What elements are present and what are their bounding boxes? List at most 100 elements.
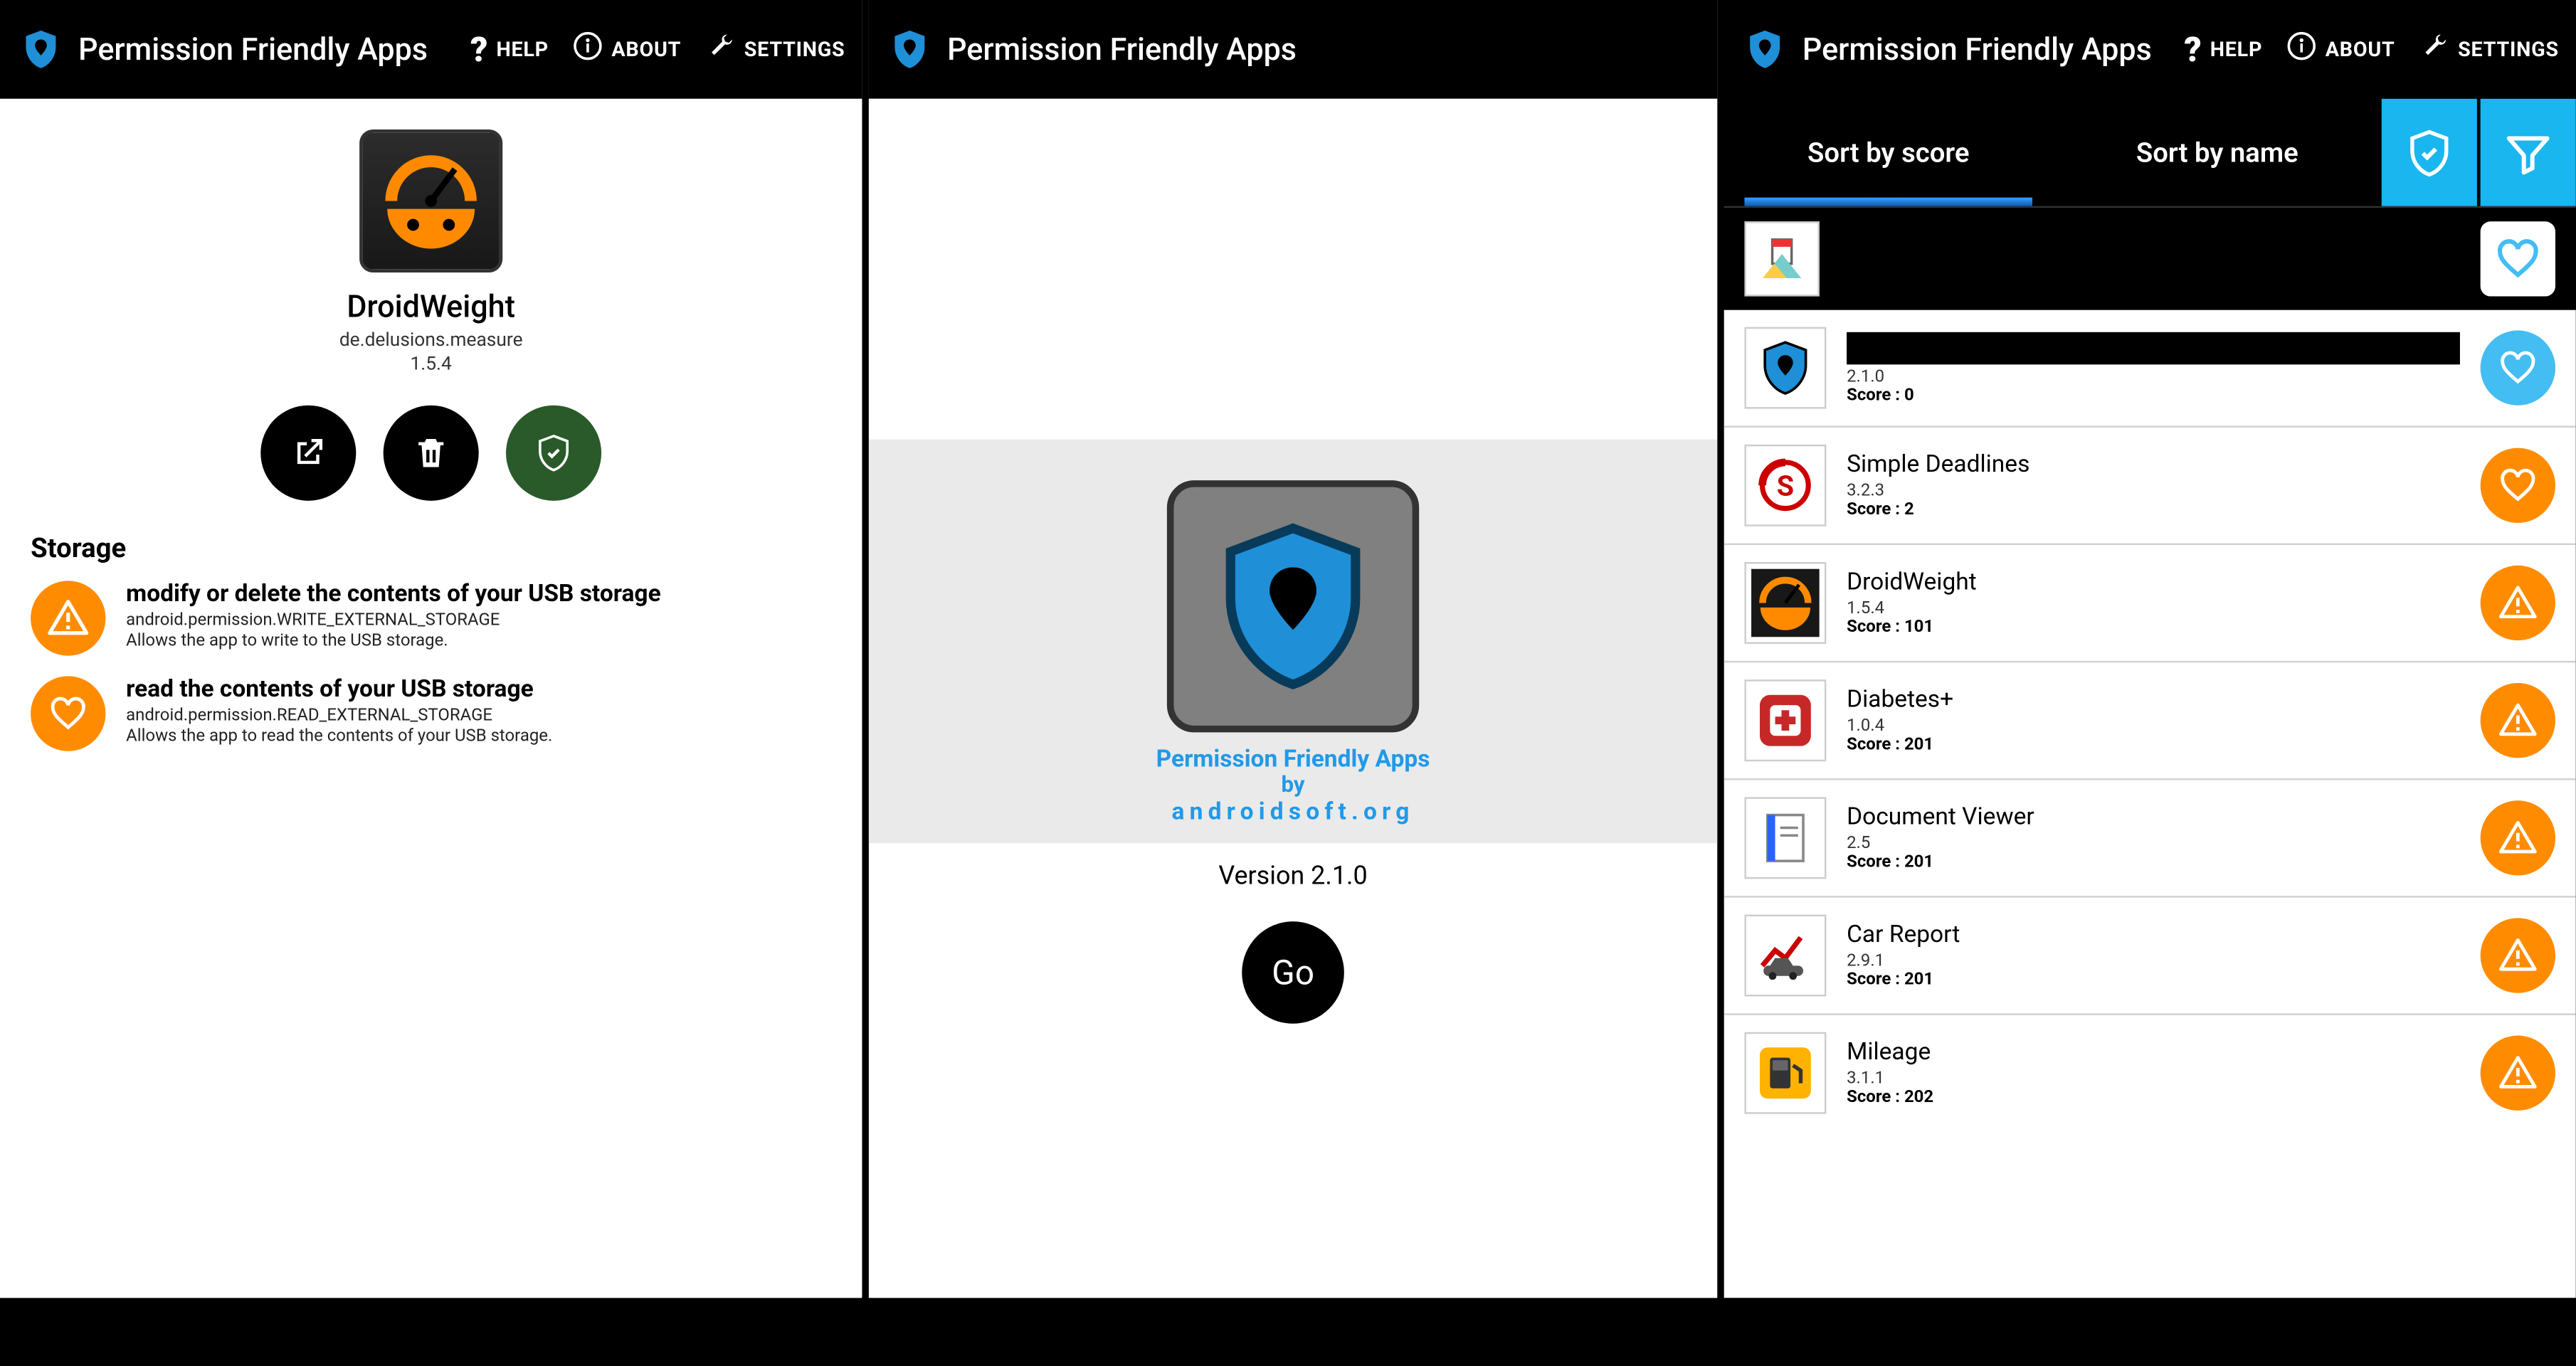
app-score: Score : 101 [1847,618,2460,637]
list-item[interactable]: 2.1.0 Score : 0 [1724,310,2576,426]
permission-text: modify or delete the contents of your US… [126,581,661,650]
app-text: DroidWeight 1.5.4 Score : 101 [1847,569,2460,637]
app-icon [1744,562,1826,644]
app-name: Diabetes+ [1847,687,2460,714]
detail-header: DroidWeight de.delusions.measure 1.5.4 [0,129,862,501]
info-icon [572,31,603,68]
app-version: 1.5.4 [411,353,452,375]
app-text: Diabetes+ 1.0.4 Score : 201 [1847,687,2460,755]
settings-button[interactable]: SETTINGS [2419,31,2559,68]
open-app-button[interactable] [260,406,356,501]
list-header-row [1724,208,2576,310]
wrench-icon [705,31,736,68]
about-button[interactable]: ABOUT [2286,31,2395,68]
about-panel: Permission Friendly Apps Permission Frie… [869,0,1717,1298]
app-score: Score : 201 [1847,853,2460,872]
app-score: Score : 0 [1847,386,2460,404]
list-item[interactable]: Car Report 2.9.1 Score : 201 [1724,896,2576,1013]
heart-icon [2481,448,2555,523]
actionbar-right: Permission Friendly Apps ? HELP ABOUT SE… [1724,0,2576,99]
detail-body: DroidWeight de.delusions.measure 1.5.4 S… [0,99,862,1298]
permission-row: modify or delete the contents of your US… [0,571,862,666]
permission-text: read the contents of your USB storage an… [126,676,552,746]
warning-icon [2481,1036,2555,1111]
large-logo-icon [1167,480,1419,732]
permission-section-title: Storage [0,501,157,571]
about-body: Permission Friendly Apps by androidsoft.… [869,99,1717,1298]
wrench-icon [2419,31,2449,68]
list-panel: Permission Friendly Apps ? HELP ABOUT SE… [1724,0,2576,1298]
settings-button[interactable]: SETTINGS [705,31,845,68]
actionbar-mid: Permission Friendly Apps [869,0,1717,99]
permission-title: read the contents of your USB storage [126,676,552,703]
list-item[interactable]: Diabetes+ 1.0.4 Score : 201 [1724,661,2576,778]
warning-icon [31,581,105,655]
about-site: androidsoft.org [1172,799,1415,826]
permission-id: android.permission.READ_EXTERNAL_STORAGE [126,707,552,726]
tab-sort-score[interactable]: Sort by score [1724,99,2053,206]
help-button[interactable]: ? HELP [2184,29,2262,70]
app-text: Car Report 2.9.1 Score : 201 [1847,921,2460,990]
about-button[interactable]: ABOUT [572,31,681,68]
list-item[interactable]: DroidWeight 1.5.4 Score : 101 [1724,544,2576,661]
about-version: Version 2.1.0 [869,860,1717,891]
actionbar-title: Permission Friendly Apps [78,31,428,67]
app-icon [1744,679,1826,761]
svg-text:S: S [1777,470,1794,503]
help-button[interactable]: ? HELP [470,29,549,70]
app-icon [359,129,502,272]
app-name: Mileage [1847,1039,2460,1066]
favorite-toggle[interactable] [2481,221,2555,296]
trusted-filter-button[interactable] [2382,99,2477,206]
app-name: Simple Deadlines [1847,451,2460,478]
app-list[interactable]: 2.1.0 Score : 0 S Simple Deadlines 3.2.3… [1724,310,2576,1298]
app-package: de.delusions.measure [339,329,523,351]
permission-title: modify or delete the contents of your US… [126,581,661,608]
app-icon [1744,1032,1826,1114]
app-logo-icon [17,26,65,73]
app-name: DroidWeight [347,290,515,325]
app-score: Score : 201 [1847,971,2460,990]
app-version: 3.2.3 [1847,482,2460,501]
tab-sort-name[interactable]: Sort by name [2053,99,2382,206]
warning-icon [2481,566,2555,640]
question-icon: ? [470,29,487,70]
app-logo-icon [886,26,934,73]
actionbar-title: Permission Friendly Apps [1802,31,2152,67]
app-text: 2.1.0 Score : 0 [1847,332,2460,405]
app-icon [1744,797,1826,879]
tab-label: Sort by name [2136,137,2298,169]
go-button[interactable]: Go [1242,921,1344,1024]
question-icon: ? [2184,29,2201,70]
about-card: Permission Friendly Apps by androidsoft.… [869,440,1717,843]
app-text: Simple Deadlines 3.2.3 Score : 2 [1847,451,2460,519]
actionbar-left: Permission Friendly Apps ? HELP ABOUT SE… [0,0,862,99]
tab-bar: Sort by score Sort by name [1724,99,2576,208]
about-by: by [1282,773,1305,799]
warning-icon [2481,918,2555,992]
filter-button[interactable] [2481,99,2576,206]
heart-icon [31,676,105,751]
uninstall-button[interactable] [384,406,479,501]
trust-button[interactable] [506,406,601,501]
app-name: Car Report [1847,921,2460,948]
info-icon [2286,31,2317,68]
list-item[interactable]: Document Viewer 2.5 Score : 201 [1724,778,2576,896]
app-version: 2.5 [1847,835,2460,853]
app-logo-icon [1741,26,1789,73]
about-title: Permission Friendly Apps [1156,746,1430,773]
app-version: 1.0.4 [1847,717,2460,736]
app-score: Score : 202 [1847,1089,2460,1107]
list-item[interactable]: Mileage 3.1.1 Score : 202 [1724,1013,2576,1131]
app-version: 2.1.0 [1847,367,2460,386]
detail-panel: Permission Friendly Apps ? HELP ABOUT SE… [0,0,862,1298]
action-row [260,406,601,501]
app-name: DroidWeight [1847,569,2460,596]
app-score: Score : 201 [1847,736,2460,754]
permission-row: read the contents of your USB storage an… [0,666,862,761]
app-version: 3.1.1 [1847,1069,2460,1088]
triptych-root: Permission Friendly Apps ? HELP ABOUT SE… [0,0,2576,1366]
heart-icon [2481,330,2555,405]
list-item[interactable]: S Simple Deadlines 3.2.3 Score : 2 [1724,426,2576,544]
permission-desc: Allows the app to read the contents of y… [126,727,552,746]
